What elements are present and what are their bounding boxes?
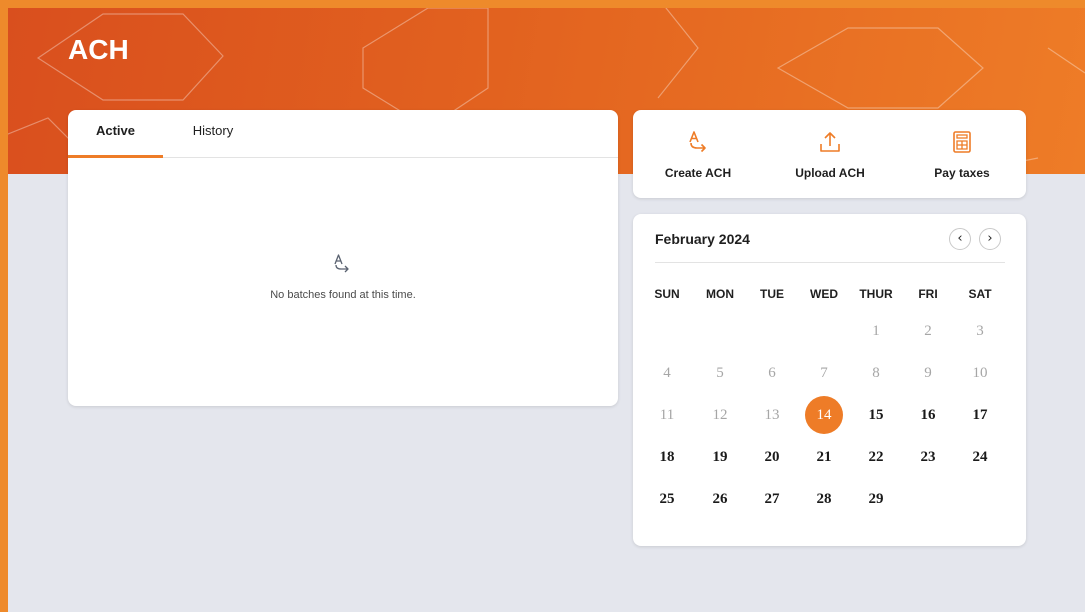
calendar-day[interactable]: 15 bbox=[857, 396, 895, 434]
calendar-day: 6 bbox=[768, 365, 776, 381]
calendar-day: 5 bbox=[716, 365, 724, 381]
calendar-day[interactable]: 28 bbox=[805, 480, 843, 518]
previous-month-button[interactable]: ‹ bbox=[949, 228, 971, 250]
calendar-day[interactable]: 18 bbox=[648, 438, 686, 476]
calendar-divider bbox=[655, 262, 1005, 263]
calendar-day[interactable]: 16 bbox=[909, 396, 947, 434]
pay-taxes-label: Pay taxes bbox=[934, 166, 990, 180]
calendar-day: 10 bbox=[972, 365, 988, 381]
batch-tabs: Active History bbox=[68, 110, 618, 158]
calendar-day[interactable]: 29 bbox=[857, 480, 895, 518]
calendar-day[interactable]: 24 bbox=[961, 438, 999, 476]
calendar-day[interactable]: 25 bbox=[648, 480, 686, 518]
calendar-day: 9 bbox=[924, 365, 932, 381]
calendar-card: February 2024 ‹ › SUN MON TUE WED THUR FRI SAT… bbox=[633, 214, 1026, 546]
calendar-day: 11 bbox=[659, 407, 675, 423]
calendar-day[interactable]: 27 bbox=[753, 480, 791, 518]
app-frame: ACH Active History No batches found at t… bbox=[0, 0, 1085, 612]
calendar-day: 4 bbox=[663, 365, 671, 381]
calendar-day: 3 bbox=[976, 323, 984, 339]
upload-ach-label: Upload ACH bbox=[795, 166, 865, 180]
calendar-day[interactable]: 17 bbox=[961, 396, 999, 434]
calendar-day[interactable]: 22 bbox=[857, 438, 895, 476]
chevron-left-icon: ‹ bbox=[957, 231, 963, 246]
calendar-day[interactable]: 19 bbox=[701, 438, 739, 476]
calendar-day[interactable]: 21 bbox=[805, 438, 843, 476]
next-month-button[interactable]: › bbox=[979, 228, 1001, 250]
calendar-day[interactable]: 26 bbox=[701, 480, 739, 518]
weekday-tue: TUE bbox=[760, 287, 784, 301]
calendar-day[interactable]: 23 bbox=[909, 438, 947, 476]
calendar-day: 13 bbox=[764, 407, 780, 423]
quick-actions-card: Create ACH Upload ACH Pay taxes bbox=[633, 110, 1026, 198]
weekday-thur: THUR bbox=[859, 287, 893, 301]
weekday-wed: WED bbox=[810, 287, 838, 301]
batches-card: Active History No batches found at this … bbox=[68, 110, 618, 406]
weekday-sun: SUN bbox=[654, 287, 680, 301]
calendar-day: 2 bbox=[924, 323, 932, 339]
ach-transfer-icon bbox=[689, 131, 706, 153]
pay-taxes-button[interactable]: Pay taxes bbox=[917, 110, 1007, 198]
upload-icon bbox=[820, 132, 840, 152]
page-title: ACH bbox=[68, 34, 129, 65]
tab-history[interactable]: History bbox=[173, 110, 253, 158]
calendar-day-selected[interactable]: 14 bbox=[805, 396, 843, 434]
calendar-day: 7 bbox=[820, 365, 828, 381]
empty-state-message: No batches found at this time. bbox=[270, 289, 416, 301]
calendar-day: 8 bbox=[872, 365, 880, 381]
calendar-day: 12 bbox=[712, 407, 728, 423]
weekday-sat: SAT bbox=[968, 287, 992, 301]
calendar-day: 1 bbox=[872, 323, 880, 339]
create-ach-label: Create ACH bbox=[664, 166, 732, 180]
ach-transfer-icon bbox=[334, 254, 349, 273]
weekday-fri: FRI bbox=[918, 287, 938, 301]
calendar-day[interactable]: 20 bbox=[753, 438, 791, 476]
create-ach-button[interactable]: Create ACH bbox=[653, 110, 743, 198]
weekday-mon: MON bbox=[706, 287, 734, 301]
tab-active[interactable]: Active bbox=[68, 110, 163, 158]
upload-ach-button[interactable]: Upload ACH bbox=[785, 110, 875, 198]
calculator-icon bbox=[953, 131, 971, 153]
calendar-month-label: February 2024 bbox=[655, 231, 750, 247]
chevron-right-icon: › bbox=[987, 231, 993, 246]
